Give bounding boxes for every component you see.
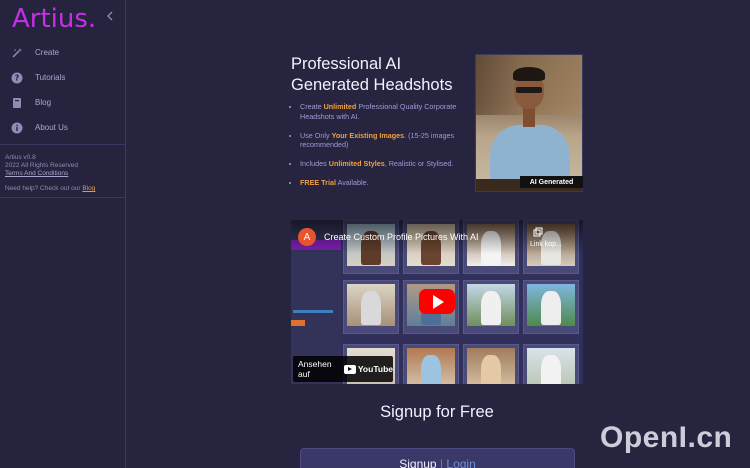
youtube-logo: YouTube <box>343 364 393 374</box>
sidebar-item-blog[interactable]: Blog <box>0 90 125 115</box>
info-icon <box>11 122 23 134</box>
play-button[interactable] <box>419 289 455 314</box>
app-meta: Artius v0.8 2022 All Rights Reserved Ter… <box>5 154 78 179</box>
sidebar-item-label: Create <box>35 48 60 57</box>
divider <box>0 197 125 198</box>
sidebar-item-tutorials[interactable]: ? Tutorials <box>0 65 125 90</box>
signup-link[interactable]: Signup <box>399 457 436 468</box>
blog-link[interactable]: Blog <box>82 185 95 192</box>
headshot-image <box>475 54 583 192</box>
list-item: FREE Trial Available. <box>300 178 472 188</box>
ai-generated-badge: AI Generated <box>520 176 583 188</box>
chevron-left-icon[interactable] <box>106 10 114 24</box>
copy-link-icon[interactable] <box>533 227 543 239</box>
channel-avatar[interactable]: A <box>298 228 316 246</box>
list-item: Create Unlimited Professional Quality Co… <box>300 102 472 122</box>
signup-heading: Signup for Free <box>380 403 494 421</box>
sidebar-item-create[interactable]: Create <box>0 40 125 65</box>
magic-wand-icon <box>11 47 23 59</box>
watch-on-youtube-button[interactable]: Ansehen auf YouTube <box>293 356 393 382</box>
help-circle-icon: ? <box>11 72 23 84</box>
sidebar-nav: Create ? Tutorials Blog About Us <box>0 40 125 140</box>
sidebar-item-label: Blog <box>35 98 52 107</box>
rights-text: 2022 All Rights Reserved <box>5 162 78 170</box>
page-title: Professional AI Generated Headshots <box>291 55 453 94</box>
help-text: Need help? Check out our Blog <box>5 185 96 192</box>
list-item: Includes Unlimited Styles, Realistic or … <box>300 159 472 169</box>
svg-text:?: ? <box>15 73 20 82</box>
sidebar-item-label: About Us <box>35 123 68 132</box>
signup-login-button[interactable]: Signup | Login <box>300 448 575 468</box>
play-icon <box>432 294 444 309</box>
brand-logo[interactable]: Artius. <box>12 4 96 34</box>
list-item: Use Only Your Existing Images. (15-25 im… <box>300 131 472 151</box>
terms-link[interactable]: Terms And Conditions <box>5 170 68 177</box>
video-title[interactable]: Create Custom Profile Pictures With AI <box>324 232 479 242</box>
sidebar-item-label: Tutorials <box>35 73 66 82</box>
divider <box>0 144 125 145</box>
sidebar: Artius. Create ? Tutorials Blog About Us… <box>0 0 126 468</box>
feature-list: Create Unlimited Professional Quality Co… <box>300 102 472 197</box>
version-text: Artius v0.8 <box>5 154 36 161</box>
login-link[interactable]: Login <box>446 457 475 468</box>
copy-link-label[interactable]: Link kop... <box>530 241 562 248</box>
sidebar-item-about[interactable]: About Us <box>0 115 125 140</box>
book-icon <box>11 97 23 109</box>
watermark-logo: OpenI.cn <box>600 421 733 454</box>
